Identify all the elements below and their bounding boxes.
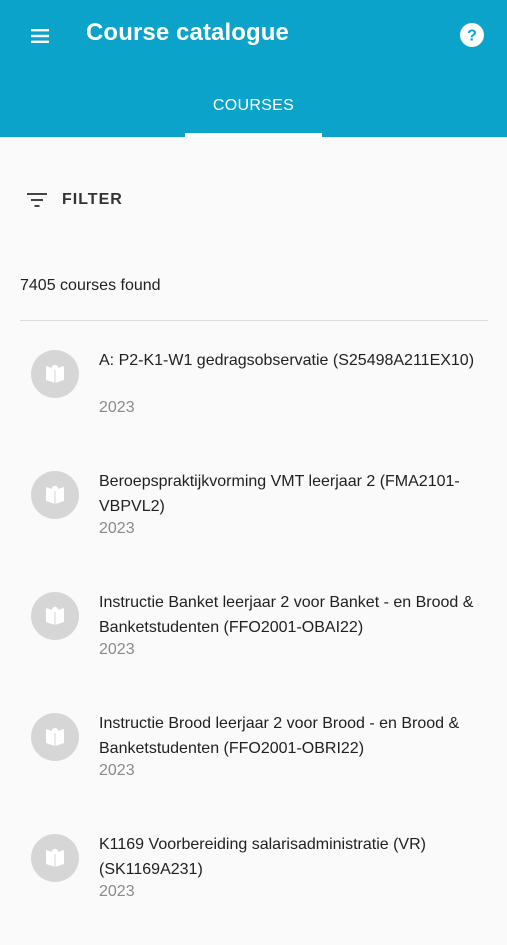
app-bar: Course catalogue ? COURSES [0,0,507,137]
list-item[interactable]: Instructie Brood leerjaar 2 voor Brood -… [0,703,507,824]
list-item[interactable]: K1169 Voorbereiding salarisadministratie… [0,824,507,945]
course-year: 2023 [99,883,135,900]
open-book-icon [46,364,64,383]
filter-button[interactable]: FILTER [20,182,123,218]
filter-label: FILTER [62,191,123,208]
course-year: 2023 [99,762,135,779]
open-book-icon [46,727,64,746]
open-book-icon [46,848,64,867]
course-title: K1169 Voorbereiding salarisadministratie… [99,836,426,878]
open-book-icon [46,606,64,625]
course-year: 2023 [99,399,135,416]
course-avatar [31,713,79,761]
course-list: A: P2-K1-W1 gedragsobservatie (S25498A21… [0,340,507,945]
course-avatar [31,471,79,519]
tab-courses[interactable]: COURSES [185,74,322,137]
open-book-icon [46,485,64,504]
list-item[interactable]: Beroepspraktijkvorming VMT leerjaar 2 (F… [0,461,507,582]
help-icon: ? [460,23,484,47]
course-year: 2023 [99,520,135,537]
course-avatar [31,834,79,882]
course-avatar [31,592,79,640]
course-title: Beroepspraktijkvorming VMT leerjaar 2 (F… [99,473,460,515]
course-title: A: P2-K1-W1 gedragsobservatie (S25498A21… [99,352,475,369]
menu-icon [31,29,49,43]
course-year: 2023 [99,641,135,658]
menu-button[interactable] [18,14,62,58]
course-avatar [31,350,79,398]
results-count: 7405 courses found [20,277,161,294]
list-item[interactable]: Instructie Banket leerjaar 2 voor Banket… [0,582,507,703]
page-title: Course catalogue [86,19,289,46]
svg-text:?: ? [467,28,477,45]
course-title: Instructie Brood leerjaar 2 voor Brood -… [99,715,460,757]
divider [20,320,488,321]
help-button[interactable]: ? [452,15,492,55]
list-item[interactable]: A: P2-K1-W1 gedragsobservatie (S25498A21… [0,340,507,461]
tab-indicator [185,133,322,137]
filter-icon [27,193,47,207]
course-title: Instructie Banket leerjaar 2 voor Banket… [99,594,474,636]
